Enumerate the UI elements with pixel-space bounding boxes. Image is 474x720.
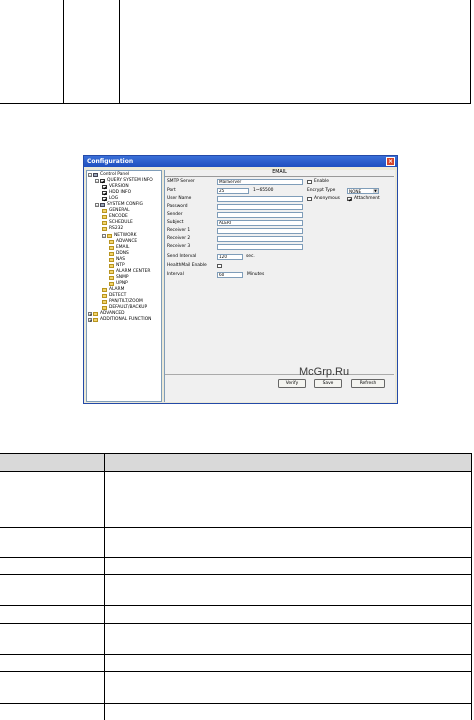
receiver-1-input[interactable] bbox=[217, 228, 303, 234]
folder-icon bbox=[109, 239, 114, 244]
chevron-down-icon[interactable]: ▼ bbox=[373, 188, 378, 193]
table-header-row bbox=[0, 453, 472, 472]
table-row-line bbox=[0, 623, 472, 624]
password-label: Password bbox=[167, 204, 188, 209]
expand-icon[interactable]: + bbox=[88, 318, 92, 323]
folder-icon bbox=[102, 306, 107, 311]
tree-item[interactable]: + ADDITIONAL FUNCTION bbox=[88, 317, 151, 323]
folder-icon bbox=[102, 221, 107, 226]
interval-input[interactable]: 60 bbox=[217, 272, 243, 278]
tree-item-label: ADDITIONAL FUNCTION bbox=[100, 317, 152, 323]
collapse-icon[interactable]: - bbox=[88, 173, 92, 178]
check-icon bbox=[100, 179, 105, 184]
folder-icon bbox=[109, 275, 114, 280]
folder-icon bbox=[102, 294, 107, 298]
anonymous-label: Anonymous bbox=[314, 196, 340, 201]
table-row-line bbox=[0, 654, 472, 655]
window-title: Configuration bbox=[87, 158, 134, 165]
navigation-tree[interactable]: - Control Panel - QUERY SYSTEM INFO VERSION H… bbox=[86, 170, 162, 402]
anonymous-checkbox[interactable] bbox=[307, 196, 312, 201]
healthmail-label: HealthMail Enable bbox=[167, 263, 207, 268]
sender-input[interactable] bbox=[217, 212, 303, 218]
folder-icon bbox=[102, 300, 107, 305]
encrypt-type-select[interactable]: NONE ▼ bbox=[347, 187, 379, 194]
table-row-line bbox=[0, 557, 472, 558]
receiver-1-label: Receiver 1 bbox=[167, 228, 191, 233]
table-row-line bbox=[0, 574, 472, 575]
port-range: 1~65500 bbox=[253, 188, 274, 193]
enable-checkbox[interactable] bbox=[307, 179, 312, 184]
table-row-line bbox=[0, 605, 472, 606]
email-settings-panel: EMAIL SMTP Server MailServer Enable Port… bbox=[164, 170, 395, 402]
collapse-icon[interactable]: - bbox=[95, 179, 99, 184]
folder-icon bbox=[102, 209, 107, 214]
encrypt-type-label: Encrypt Type bbox=[307, 188, 336, 193]
folder-icon bbox=[109, 281, 114, 286]
folder-icon bbox=[109, 251, 114, 256]
folder-icon bbox=[109, 257, 114, 262]
folder-icon bbox=[102, 215, 107, 220]
folder-icon bbox=[93, 318, 98, 323]
computer-icon bbox=[93, 173, 98, 177]
table-divider bbox=[104, 453, 105, 720]
send-interval-input[interactable]: 120 bbox=[217, 254, 243, 260]
attachment-label: Attachment bbox=[354, 196, 380, 201]
folder-icon bbox=[109, 269, 114, 274]
receiver-3-label: Receiver 3 bbox=[167, 244, 191, 249]
username-input[interactable] bbox=[217, 196, 303, 202]
sender-label: Sender bbox=[167, 212, 183, 217]
receiver-2-label: Receiver 2 bbox=[167, 236, 191, 241]
verify-button[interactable]: Verify bbox=[278, 379, 306, 388]
title-bar[interactable]: Configuration × bbox=[84, 156, 397, 167]
table-row-line bbox=[0, 671, 472, 672]
healthmail-checkbox[interactable] bbox=[217, 263, 222, 268]
receiver-3-input[interactable] bbox=[217, 244, 303, 250]
table-border bbox=[471, 453, 472, 720]
watermark: McGrp.Ru bbox=[299, 366, 350, 378]
collapse-icon[interactable]: - bbox=[95, 203, 99, 208]
table-divider bbox=[63, 0, 64, 104]
close-icon[interactable]: × bbox=[386, 157, 395, 166]
subject-input[interactable]: ALERT bbox=[217, 220, 303, 226]
port-input[interactable]: 25 bbox=[217, 188, 249, 194]
table-row-line bbox=[0, 703, 472, 704]
expand-icon[interactable]: + bbox=[88, 312, 92, 317]
smtp-server-label: SMTP Server bbox=[167, 179, 195, 184]
check-icon bbox=[102, 197, 107, 202]
attachment-checkbox[interactable] bbox=[347, 196, 352, 201]
tools-icon bbox=[93, 312, 98, 317]
collapse-icon[interactable]: - bbox=[102, 233, 106, 238]
check-icon bbox=[102, 185, 107, 190]
interval-unit: Minutes bbox=[247, 272, 265, 277]
subject-label: Subject bbox=[167, 220, 184, 225]
panel-header: EMAIL bbox=[165, 170, 394, 177]
port-label: Port bbox=[167, 188, 176, 193]
folder-icon bbox=[109, 245, 114, 250]
smtp-server-input[interactable]: MailServer bbox=[217, 179, 303, 185]
save-button[interactable]: Save bbox=[314, 379, 342, 388]
configuration-window: Configuration × - Control Panel - QUERY SYS… bbox=[83, 155, 398, 404]
table-row-line bbox=[0, 527, 472, 528]
password-input[interactable] bbox=[217, 204, 303, 210]
interval-label: Interval bbox=[167, 272, 184, 277]
send-interval-unit: sec. bbox=[246, 254, 255, 259]
username-label: User Name bbox=[167, 196, 192, 201]
gear-icon bbox=[100, 203, 105, 208]
receiver-2-input[interactable] bbox=[217, 236, 303, 242]
folder-icon bbox=[107, 233, 112, 238]
refresh-button[interactable]: Refresh bbox=[351, 379, 385, 388]
divider bbox=[165, 374, 394, 375]
folder-icon bbox=[102, 287, 107, 292]
folder-icon bbox=[109, 263, 114, 268]
enable-label: Enable bbox=[314, 179, 329, 184]
encrypt-type-value: NONE bbox=[349, 188, 362, 194]
table-divider bbox=[119, 0, 120, 104]
check-icon bbox=[102, 191, 107, 196]
folder-icon bbox=[102, 227, 107, 232]
send-interval-label: Send Interval bbox=[167, 254, 197, 259]
top-table-fragment bbox=[0, 0, 471, 104]
